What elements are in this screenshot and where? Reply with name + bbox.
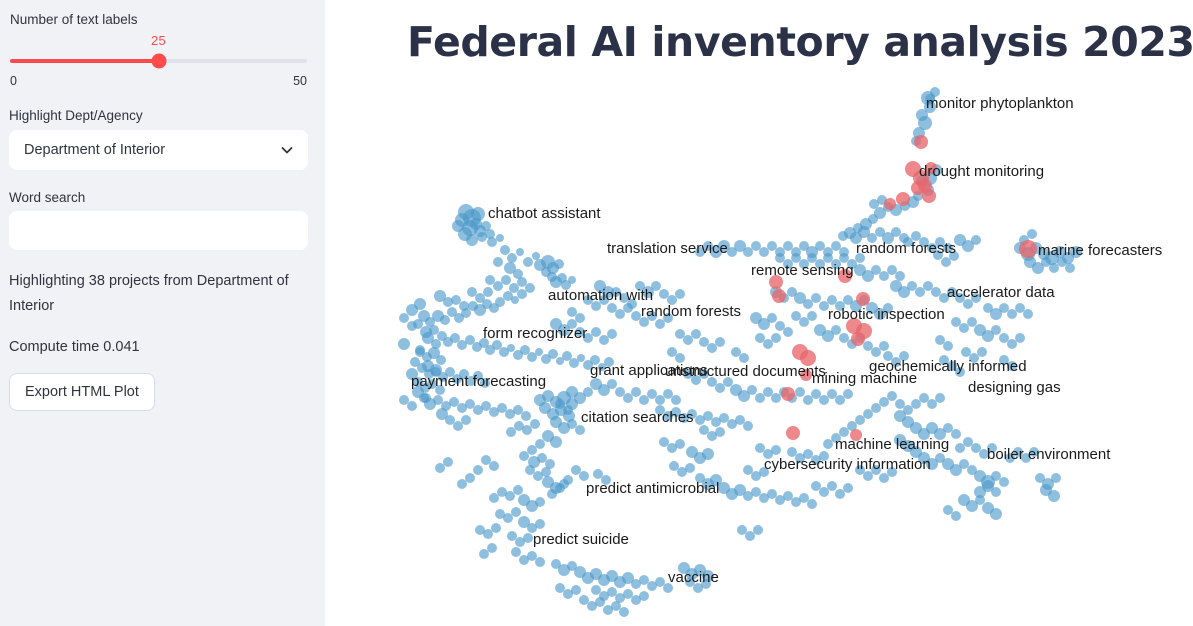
scatter-point-label: random forests [641,303,742,320]
scatter-point-label: drought monitoring [919,163,1045,180]
scatter-point-label: boiler environment [987,446,1111,463]
text-labels-slider[interactable] [10,52,307,70]
chevron-down-icon[interactable] [279,142,295,158]
text-labels-slider-block: Number of text labels 25 0 50 [9,10,308,88]
scatter-point-label: predict antimicrobial [586,480,720,497]
highlight-agency-block: Highlight Dept/Agency Department of Inte… [9,106,308,170]
word-search-input[interactable] [9,210,308,250]
scatter-point-label: designing gas [968,379,1061,396]
slider-fill [10,59,159,64]
scatter-point-label: predict suicide [533,531,629,548]
slider-range-labels: 0 50 [10,74,307,88]
scatter-point-label: form recognizer [483,325,588,342]
scatter-point-label: citation searches [581,409,694,426]
scatter-point-label: robotic inspection [828,306,945,323]
slider-max-label: 50 [293,74,307,89]
word-search-block: Word search [9,188,308,250]
scatter-point-label: accelerator data [947,284,1055,301]
export-html-plot-button[interactable]: Export HTML Plot [9,372,155,411]
scatter-point-label: automation with [548,287,654,304]
scatter-point-label: cybersecurity information [764,456,931,473]
scatter-point-label: monitor phytoplankton [926,95,1074,112]
scatter-point-label: translation service [607,240,728,257]
scatter-point-label: unstructured documents [665,363,826,380]
slider-current-value: 25 [150,33,167,49]
word-search-label: Word search [9,189,86,205]
scatter-point-label: machine learning [835,436,950,453]
slider-min-label: 0 [10,74,17,89]
highlight-status-text: Highlighting 38 projects from Department… [9,272,289,315]
main-plot-panel: Federal AI inventory analysis 2023 monit… [325,0,1193,626]
sidebar: Number of text labels 25 0 50 Highlight … [0,0,325,626]
scatter-point-label: remote sensing [751,262,854,279]
highlight-agency-value: Department of Interior [24,141,166,158]
scatter-label-layer: monitor phytoplankton drought monitoring c… [325,0,1193,626]
scatter-plot[interactable]: monitor phytoplankton drought monitoring c… [325,0,1193,626]
slider-value-row: 25 [10,33,307,52]
highlight-agency-label: Highlight Dept/Agency [9,108,143,124]
scatter-point-label: vaccine [668,569,719,586]
scatter-point-label: mining machine [812,370,918,387]
scatter-point-label: random forests [856,240,957,257]
scatter-point-label: chatbot assistant [488,205,601,222]
scatter-point-label: marine forecasters [1038,242,1163,259]
scatter-point-label: payment forecasting [411,373,547,390]
slider-thumb[interactable] [151,53,166,69]
compute-time-text: Compute time 0.041 [9,338,140,355]
text-labels-slider-label: Number of text labels [10,12,138,27]
highlight-agency-select[interactable]: Department of Interior [9,129,308,170]
